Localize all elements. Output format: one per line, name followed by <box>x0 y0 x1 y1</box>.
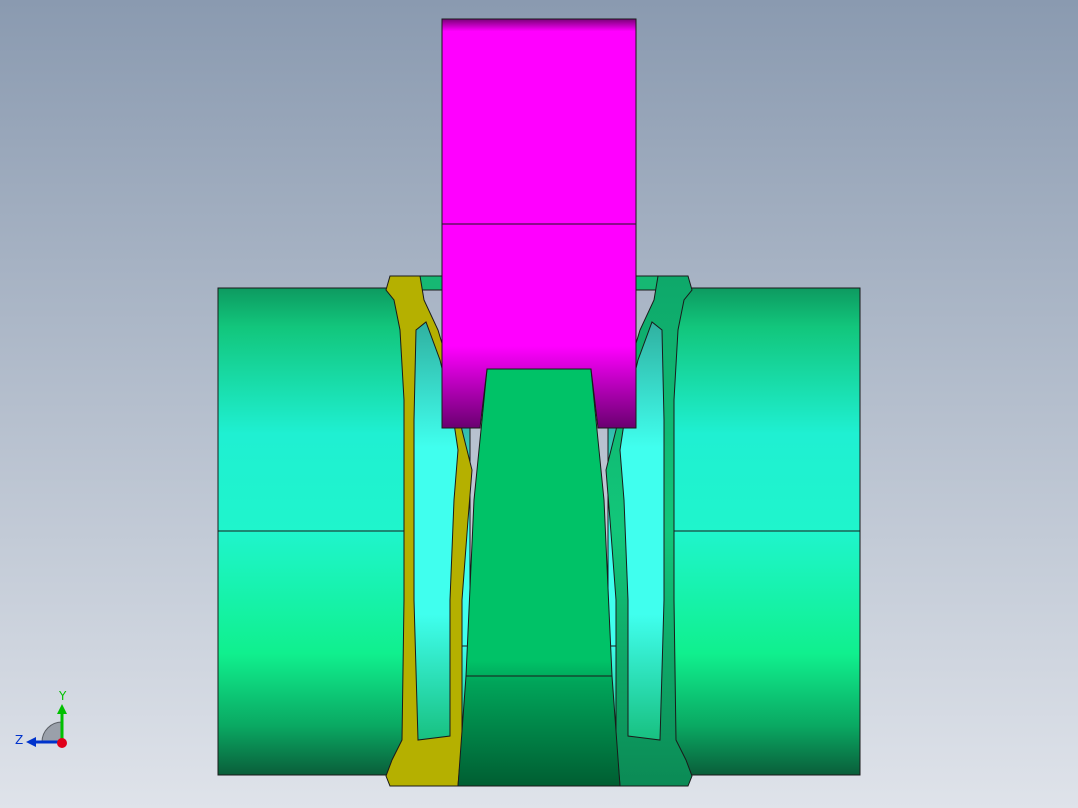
magenta-jaw[interactable] <box>441 18 637 429</box>
y-axis-label: Y <box>58 689 67 703</box>
orientation-triad[interactable]: Y Z <box>10 684 74 754</box>
z-axis-arrow <box>26 737 36 747</box>
model-scene[interactable] <box>0 0 1078 808</box>
center-spider[interactable] <box>457 368 621 787</box>
right-hub[interactable] <box>669 287 861 776</box>
left-hub[interactable] <box>217 287 409 776</box>
z-axis-label: Z <box>15 733 23 747</box>
y-axis-arrow <box>57 704 67 714</box>
cad-viewport[interactable]: Y Z <box>0 0 1078 808</box>
x-axis-dot <box>57 738 67 748</box>
